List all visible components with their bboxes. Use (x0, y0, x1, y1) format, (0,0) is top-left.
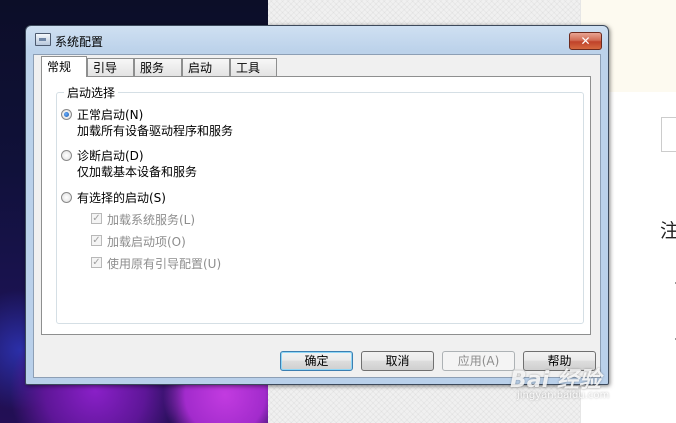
load-startup-items-checkbox[interactable]: ✓ (91, 235, 102, 246)
group-label: 启动选择 (64, 84, 119, 101)
diagnostic-startup-label[interactable]: 诊断启动(D) (77, 147, 144, 164)
app-icon (35, 33, 51, 46)
use-original-boot-config-label[interactable]: 使用原有引导配置(U) (107, 255, 221, 272)
normal-startup-label[interactable]: 正常启动(N) (77, 106, 143, 123)
cancel-button[interactable]: 取消 (361, 351, 434, 371)
load-system-services-checkbox[interactable]: ✓ (91, 213, 102, 224)
selective-startup-radio[interactable] (61, 192, 72, 203)
dialog-client-area: 常规 引导 服务 启动 工具 启动选择 正常启动(N) 加载所有设备驱动程序和服… (33, 54, 601, 378)
title-bar[interactable]: 系统配置 ✕ (26, 26, 608, 54)
close-button[interactable]: ✕ (569, 32, 602, 50)
load-startup-items-label[interactable]: 加载启动项(O) (107, 233, 186, 250)
use-original-boot-config-checkbox[interactable]: ✓ (91, 257, 102, 268)
diagnostic-startup-description: 仅加载基本设备和服务 (77, 165, 198, 179)
article-heading: 注 (660, 220, 676, 242)
ok-button[interactable]: 确定 (280, 351, 353, 371)
normal-startup-radio[interactable] (61, 109, 72, 120)
selective-startup-label[interactable]: 有选择的启动(S) (77, 189, 166, 206)
apply-button[interactable]: 应用(A) (442, 351, 515, 371)
general-tab-panel: 启动选择 正常启动(N) 加载所有设备驱动程序和服务 诊断启动(D) 仅加载基本… (41, 76, 591, 335)
tab-general[interactable]: 常规 (41, 56, 87, 77)
normal-startup-description: 加载所有设备驱动程序和服务 (77, 124, 234, 138)
tab-startup[interactable]: 启动 (182, 58, 230, 76)
load-system-services-label[interactable]: 加载系统服务(L) (107, 211, 195, 228)
window-title: 系统配置 (55, 35, 104, 49)
tab-tools[interactable]: 工具 (230, 58, 277, 76)
diagnostic-startup-radio[interactable] (61, 150, 72, 161)
baidu-watermark-url: jingyan.baidu.com (517, 390, 610, 401)
tab-boot[interactable]: 引导 (87, 58, 134, 76)
system-config-dialog: 系统配置 ✕ 常规 引导 服务 启动 工具 启动选择 正常启动(N) 加载所有设… (25, 25, 609, 385)
tab-services[interactable]: 服务 (134, 58, 182, 76)
article-input-box (661, 117, 676, 152)
